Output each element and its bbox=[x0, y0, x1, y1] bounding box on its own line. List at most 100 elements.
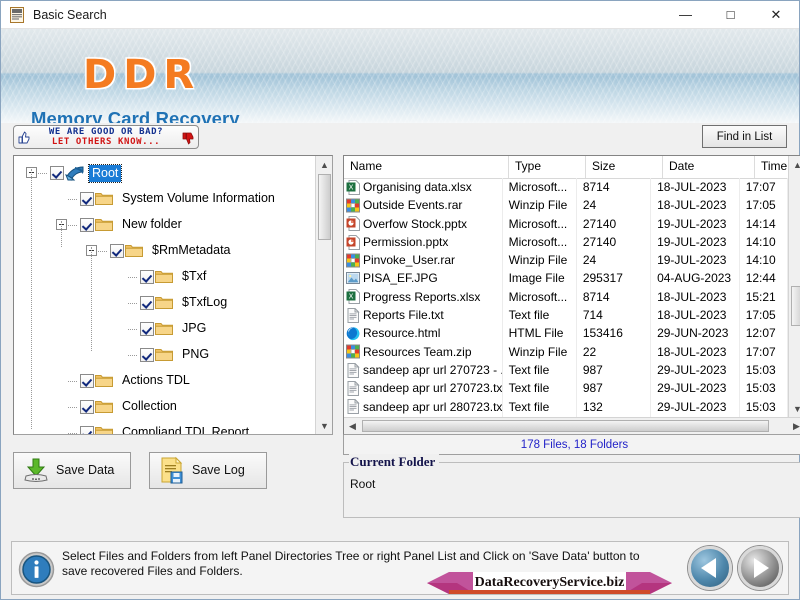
tree-connector-line bbox=[68, 407, 77, 408]
column-header-type[interactable]: Type bbox=[509, 156, 586, 178]
tree-node-checkbox[interactable] bbox=[80, 192, 94, 206]
file-size-cell: 27140 bbox=[577, 215, 651, 233]
directory-tree[interactable]: RootSystem Volume InformationNew folder$… bbox=[13, 155, 333, 435]
file-row[interactable]: sandeep apr url 270723 - ...Text file987… bbox=[344, 361, 788, 379]
tree-node[interactable]: $TxfLog bbox=[14, 290, 315, 316]
tree-node[interactable]: Compliand TDL Report bbox=[14, 420, 315, 434]
feedback-text: WE ARE GOOD OR BAD? LET OTHERS KNOW... bbox=[33, 128, 179, 147]
folder-icon bbox=[155, 295, 173, 312]
tree-node[interactable]: New folder bbox=[14, 212, 315, 238]
tree-node[interactable]: PNG bbox=[14, 342, 315, 368]
image-icon bbox=[346, 271, 360, 286]
tree-trunk-line bbox=[31, 169, 32, 429]
tree-node[interactable]: Actions TDL bbox=[14, 368, 315, 394]
tree-node-checkbox[interactable] bbox=[140, 296, 154, 310]
tree-node-checkbox[interactable] bbox=[140, 348, 154, 362]
column-header-size[interactable]: Size bbox=[586, 156, 663, 178]
file-row[interactable]: Overfow Stock.pptxMicrosoft...2714019-JU… bbox=[344, 215, 788, 233]
file-name-label: Organising data.xlsx bbox=[363, 178, 472, 196]
file-size-cell: 8714 bbox=[577, 178, 651, 196]
file-row[interactable]: XProgress Reports.xlsxMicrosoft...871418… bbox=[344, 288, 788, 306]
zip-icon bbox=[346, 344, 360, 359]
tree-node[interactable]: System Volume Information bbox=[14, 186, 315, 212]
file-row[interactable]: sandeep apr url 270723.txtText file98729… bbox=[344, 379, 788, 397]
tree-node-checkbox[interactable] bbox=[80, 426, 94, 434]
tree-node[interactable]: $Txf bbox=[14, 264, 315, 290]
list-scroll-down-arrow[interactable]: ▼ bbox=[789, 400, 800, 417]
tree-node-checkbox[interactable] bbox=[80, 400, 94, 414]
tree-node-checkbox[interactable] bbox=[80, 374, 94, 388]
list-scroll-up-arrow[interactable]: ▲ bbox=[789, 156, 800, 173]
file-row[interactable]: Resource.htmlHTML File15341629-JUN-20231… bbox=[344, 324, 788, 342]
tree-node[interactable]: $RmMetadata bbox=[14, 238, 315, 264]
file-row[interactable]: PISA_EF.JPGImage File29531704-AUG-202312… bbox=[344, 269, 788, 287]
file-name-label: Outside Events.rar bbox=[363, 196, 462, 214]
save-data-button[interactable]: Save Data bbox=[13, 452, 131, 489]
file-row[interactable]: Pinvoke_User.rarWinzip File2419-JUL-2023… bbox=[344, 251, 788, 269]
tree-scroll-thumb[interactable] bbox=[318, 174, 331, 240]
file-size-cell: 8714 bbox=[577, 288, 651, 306]
file-row[interactable]: XOrganising data.xlsxMicrosoft...871418-… bbox=[344, 178, 788, 196]
file-list-rows[interactable]: XOrganising data.xlsxMicrosoft...871418-… bbox=[344, 178, 788, 417]
file-row[interactable]: Outside Events.rarWinzip File2418-JUL-20… bbox=[344, 196, 788, 214]
list-hscroll-thumb[interactable] bbox=[362, 420, 769, 432]
feedback-badge-button[interactable]: WE ARE GOOD OR BAD? LET OTHERS KNOW... bbox=[13, 125, 199, 149]
list-scroll-left-arrow[interactable]: ◀ bbox=[344, 418, 361, 434]
file-list-header[interactable]: NameTypeSizeDateTime bbox=[344, 156, 800, 179]
feedback-line-2: LET OTHERS KNOW... bbox=[33, 138, 179, 148]
maximize-button[interactable]: □ bbox=[708, 1, 753, 28]
rar-icon bbox=[346, 198, 360, 213]
next-button[interactable] bbox=[738, 546, 782, 590]
minimize-button[interactable]: — bbox=[663, 1, 708, 28]
tree-connector-line bbox=[98, 251, 107, 252]
file-date-cell: 29-JUL-2023 bbox=[651, 398, 740, 416]
file-type-cell: Winzip File bbox=[503, 196, 577, 214]
file-time-cell: 14:14 bbox=[740, 215, 788, 233]
list-vertical-scrollbar[interactable]: ▲ ▼ bbox=[788, 156, 800, 417]
column-header-name[interactable]: Name bbox=[344, 156, 509, 178]
tree-node[interactable]: Root bbox=[14, 160, 315, 186]
file-type-cell: Text file bbox=[503, 379, 577, 397]
list-scroll-right-arrow[interactable]: ▶ bbox=[788, 418, 800, 434]
file-list[interactable]: NameTypeSizeDateTime X Organising data.xl… bbox=[343, 155, 800, 435]
file-type-cell: Winzip File bbox=[503, 343, 577, 361]
close-button[interactable]: ✕ bbox=[753, 1, 799, 28]
file-row[interactable]: sandeep apr url 280723.txtText file13229… bbox=[344, 398, 788, 416]
tree-vertical-scrollbar[interactable]: ▲ ▼ bbox=[315, 156, 332, 434]
tree-node[interactable]: Collection bbox=[14, 394, 315, 420]
file-time-cell: 12:07 bbox=[740, 324, 788, 342]
svg-text:X: X bbox=[349, 183, 354, 191]
tree-node-checkbox[interactable] bbox=[110, 244, 124, 258]
tree-node-label: JPG bbox=[177, 321, 206, 336]
tree-node[interactable]: JPG bbox=[14, 316, 315, 342]
list-scroll-thumb[interactable] bbox=[791, 286, 800, 326]
find-in-list-button[interactable]: Find in List bbox=[702, 125, 787, 148]
file-row[interactable]: Resources Team.zipWinzip File2218-JUL-20… bbox=[344, 343, 788, 361]
tree-trunk-line bbox=[91, 247, 92, 351]
tree-node-checkbox[interactable] bbox=[140, 270, 154, 284]
tree-node-checkbox[interactable] bbox=[80, 218, 94, 232]
tree-scroll-up-arrow[interactable]: ▲ bbox=[316, 156, 333, 173]
column-header-date[interactable]: Date bbox=[663, 156, 755, 178]
directory-tree-items: RootSystem Volume InformationNew folder$… bbox=[14, 156, 315, 434]
list-horizontal-scrollbar[interactable]: ◀ ▶ bbox=[344, 417, 800, 434]
application-window: Basic Search — □ ✕ DDR Memory Card Recov… bbox=[0, 0, 800, 600]
file-row[interactable]: Reports File.txtText file71418-JUL-20231… bbox=[344, 306, 788, 324]
info-icon bbox=[18, 551, 55, 588]
file-size-cell: 27140 bbox=[577, 233, 651, 251]
file-time-cell: 15:03 bbox=[740, 398, 788, 416]
pptx-icon bbox=[346, 235, 360, 250]
window-title: Basic Search bbox=[33, 8, 663, 22]
file-date-cell: 19-JUL-2023 bbox=[651, 251, 740, 269]
file-type-cell: Microsoft... bbox=[503, 215, 577, 233]
save-log-button[interactable]: Save Log bbox=[149, 452, 267, 489]
previous-button[interactable] bbox=[688, 546, 732, 590]
file-row[interactable]: Permission.pptxMicrosoft...2714019-JUL-2… bbox=[344, 233, 788, 251]
tree-node-checkbox[interactable] bbox=[50, 166, 64, 180]
folder-icon bbox=[155, 321, 173, 338]
tree-node-checkbox[interactable] bbox=[140, 322, 154, 336]
tree-scroll-down-arrow[interactable]: ▼ bbox=[316, 417, 333, 434]
folder-icon bbox=[95, 373, 113, 390]
file-time-cell: 17:07 bbox=[740, 343, 788, 361]
window-controls: — □ ✕ bbox=[663, 1, 799, 28]
